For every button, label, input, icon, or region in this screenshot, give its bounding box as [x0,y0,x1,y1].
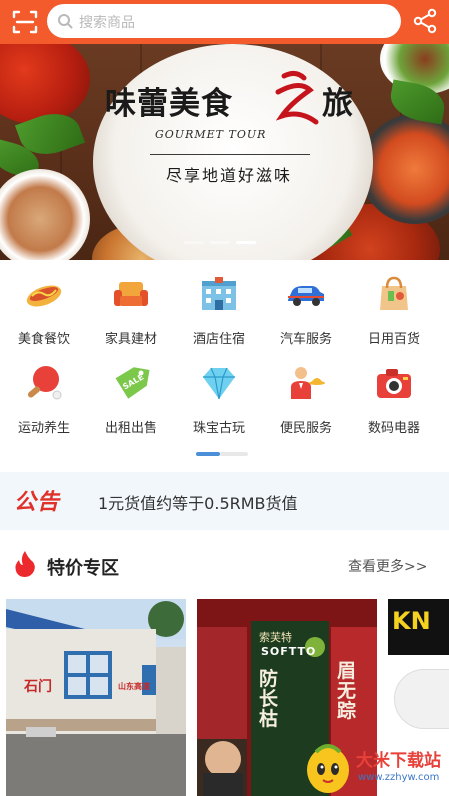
sale-tag-icon: SALE [111,363,151,403]
category-item[interactable]: 美食餐饮 [9,266,79,347]
category-item[interactable]: 数码电器 [359,355,429,436]
category-item[interactable]: 运动养生 [9,355,79,436]
banner-swirl-glyph [270,66,322,128]
category-label: 运动养生 [17,421,70,436]
watermark-url: www.zzhyw.com [358,772,440,783]
category-label: 珠宝古玩 [192,421,245,436]
product-title: KN [392,607,431,635]
search-placeholder: 搜索商品 [79,15,135,31]
share-icon[interactable] [413,8,437,34]
product-sign-left: 石门 [24,679,52,695]
top-bar: 搜索商品 [0,0,449,44]
product-card[interactable]: 石门 山东高速 [6,599,186,796]
category-item[interactable]: 家具建材 [96,266,166,347]
waiter-icon [286,363,326,403]
shopping-bag-icon [374,274,414,314]
carousel-dot-active[interactable] [236,241,256,244]
search-icon [57,13,73,29]
pager-dot [220,452,248,456]
view-more-link[interactable]: 查看更多>> [348,556,427,576]
carousel-dot[interactable] [210,241,230,244]
category-label: 出租出售 [104,421,157,436]
banner-title-end: 旅 [322,86,354,122]
category-item[interactable]: 日用百货 [359,266,429,347]
carousel-dot[interactable] [184,241,204,244]
crayfish-image [0,44,90,124]
product-sign-right: 山东高速 [118,682,150,691]
carousel-indicator [184,241,256,245]
hotdog-icon [24,274,64,314]
search-input[interactable]: 搜索商品 [47,4,401,38]
category-item[interactable]: 珠宝古玩 [184,355,254,436]
notice-tag: 公告 [14,490,61,515]
category-item[interactable]: 便民服务 [271,355,341,436]
notice-bar[interactable]: 公告 1元货值约等于0.5RMB货值 [0,472,449,530]
car-icon [286,274,326,314]
noodle-bowl-image [0,169,90,260]
category-pager [196,452,248,456]
sofa-icon [111,274,151,314]
scan-icon[interactable] [12,9,38,35]
banner-slogan: 尽享地道好滋味 [166,166,293,185]
watermark-name: 大米下载站 [356,751,441,771]
notice-text: 1元货值约等于0.5RMB货值 [98,494,298,513]
category-label: 美食餐饮 [17,332,70,347]
watermark: 大米下载站 www.zzhyw.com [302,738,449,796]
ping-pong-icon [24,363,64,403]
category-label: 数码电器 [367,421,420,436]
product-brand-cn: 索芙特 [259,631,292,644]
diamond-icon [199,363,239,403]
category-item[interactable]: 酒店住宿 [184,266,254,347]
product-name-a: 防长枯 [259,668,279,730]
category-item[interactable]: 汽车服务 [271,266,341,347]
category-label: 便民服务 [279,421,332,436]
product-image [6,599,186,796]
specials-header: 特价专区 查看更多>> [0,540,449,592]
banner-subtitle: GOURMET TOUR [155,128,267,141]
product-brand-en: SOFTTO [261,645,317,658]
category-label: 汽车服务 [279,332,332,347]
category-item[interactable]: SALE 出租出售 [96,355,166,436]
specials-title: 特价专区 [47,558,119,579]
banner-divider [150,154,310,155]
hotel-icon [199,274,239,314]
pager-dot-active [196,452,220,456]
category-label: 家具建材 [104,332,157,347]
category-label: 酒店住宿 [192,332,245,347]
camera-icon [374,363,414,403]
mascot-logo [302,740,354,794]
category-label: 日用百货 [367,332,420,347]
banner-plate [93,44,373,260]
product-name-b: 眉无踪 [337,660,357,722]
banner-title: 味蕾美食 [105,86,233,122]
flame-icon [14,550,36,578]
app-screen: 搜索商品 味蕾美食 旅 GOURMET TOUR 尽享地道好滋味 美食餐饮 家具… [0,0,449,796]
banner-carousel[interactable]: 味蕾美食 旅 GOURMET TOUR 尽享地道好滋味 [0,44,449,260]
